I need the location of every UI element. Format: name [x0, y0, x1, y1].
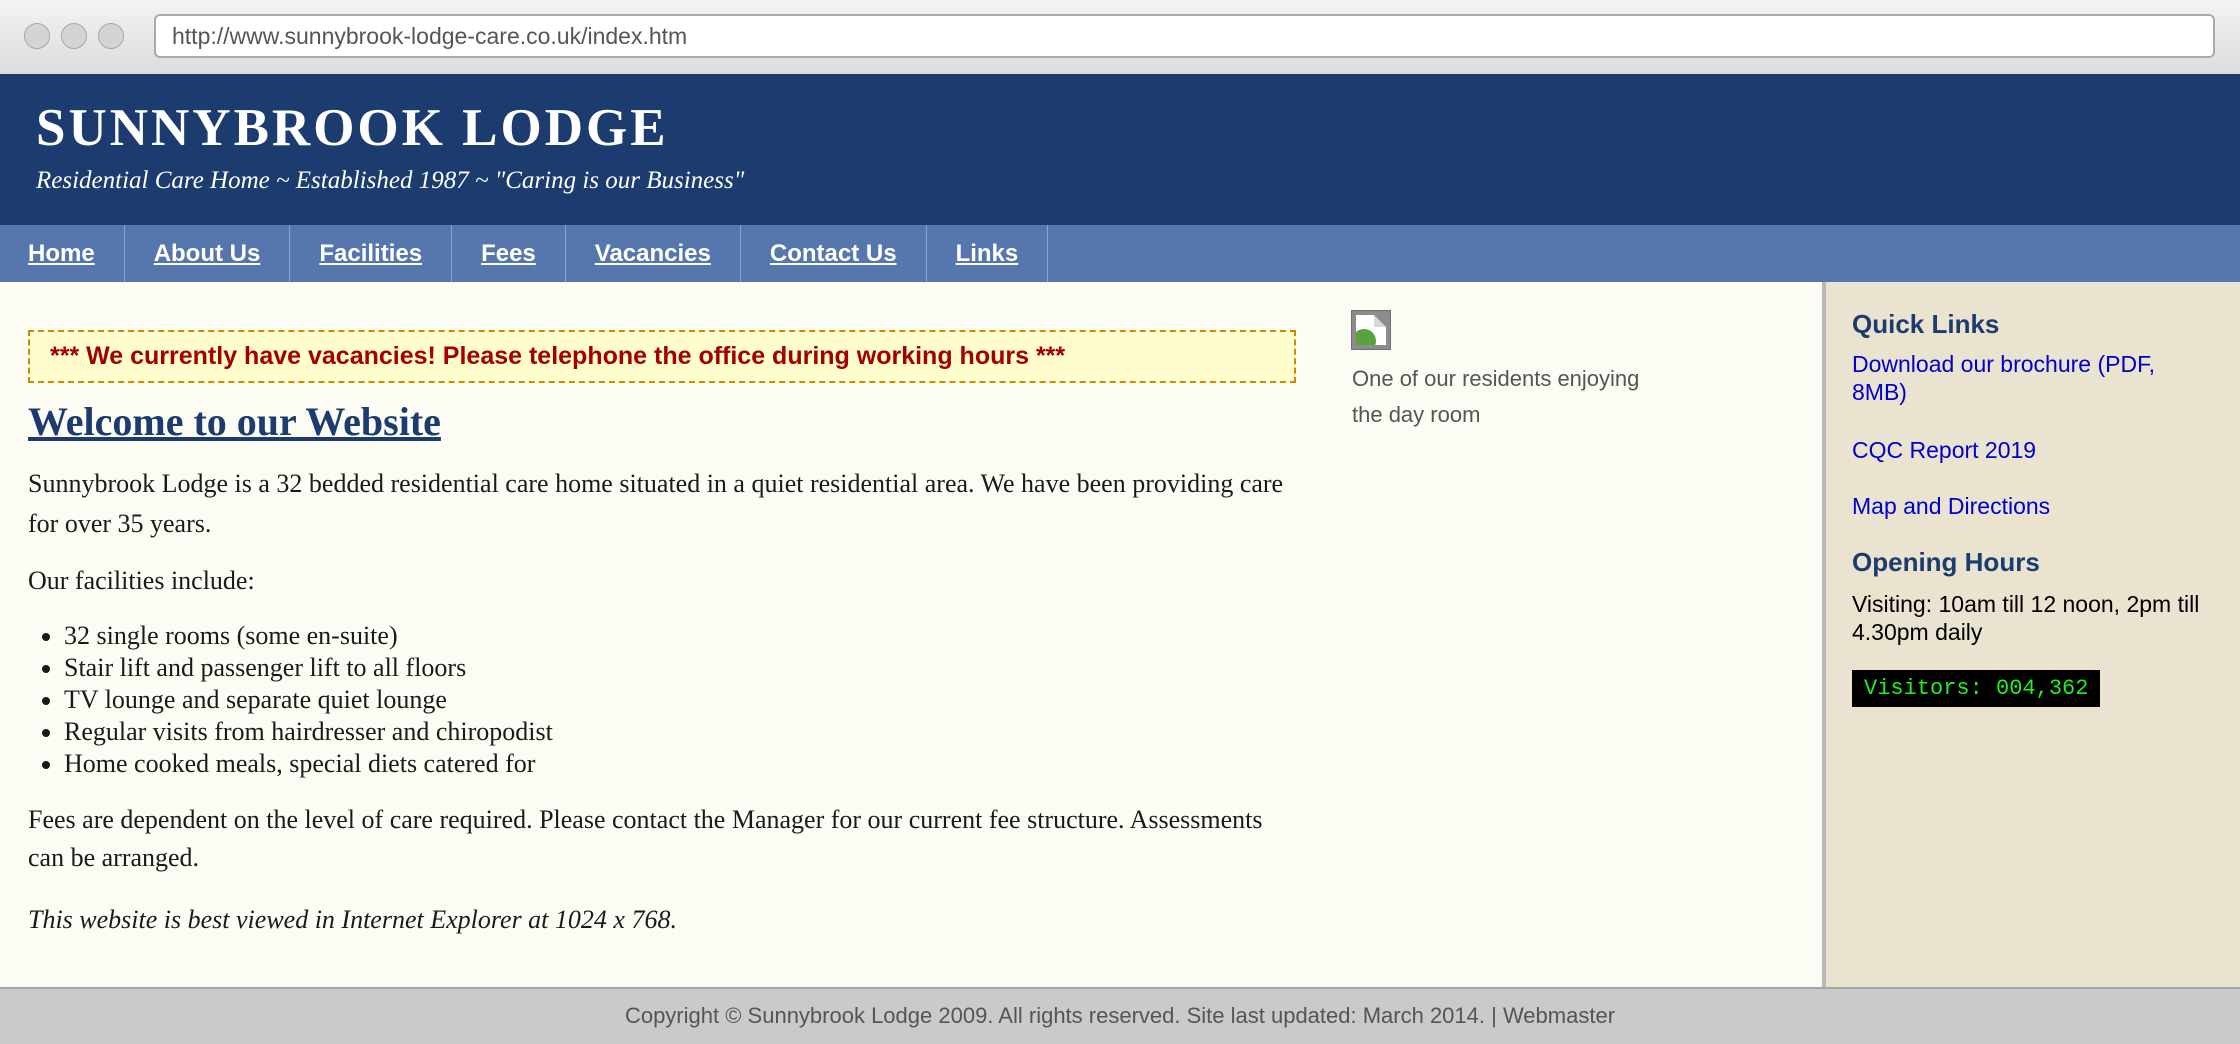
nav-item-facilities[interactable]: Facilities — [290, 225, 453, 282]
browser-toolbar: http://www.sunnybrook-lodge-care.co.uk/i… — [0, 0, 2240, 75]
window-minimize-button[interactable] — [61, 23, 87, 49]
nav-item-links[interactable]: Links — [927, 225, 1049, 282]
facilities-intro: Our facilities include: — [28, 566, 255, 595]
facilities-list: 32 single rooms (some en-suite) Stair li… — [28, 620, 553, 780]
site-footer: Copyright © Sunnybrook Lodge 2009. All r… — [0, 987, 2240, 1044]
site-tagline: Residential Care Home ~ Established 1987… — [36, 167, 745, 194]
nav-item-about-us[interactable]: About Us — [125, 225, 291, 282]
window-maximize-button[interactable] — [98, 23, 124, 49]
nav-item-home[interactable]: Home — [0, 225, 125, 282]
window-close-button[interactable] — [24, 23, 50, 49]
opening-hours-heading: Opening Hours — [1852, 547, 2040, 577]
vacancy-notice: *** We currently have vacancies! Please … — [28, 330, 1296, 383]
nav-item-fees[interactable]: Fees — [452, 225, 566, 282]
cqc-report-link[interactable]: CQC Report 2019 — [1852, 436, 2192, 464]
list-item: Regular visits from hairdresser and chir… — [64, 716, 553, 748]
intro-paragraph: Sunnybrook Lodge is a 32 bedded resident… — [28, 469, 1284, 538]
site-title: SUNNYBROOK LODGE — [36, 99, 669, 157]
brochure-link[interactable]: Download our brochure (PDF, 8MB) — [1852, 350, 2192, 406]
sidebar: Quick Links Download our brochure (PDF, … — [1822, 282, 2240, 987]
visitor-counter: Visitors: 004,362 — [1852, 670, 2101, 707]
fees-paragraph: Fees are dependent on the level of care … — [28, 805, 1263, 872]
list-item: Home cooked meals, special diets catered… — [64, 748, 553, 780]
list-item: TV lounge and separate quiet lounge — [64, 684, 553, 716]
list-item: 32 single rooms (some en-suite) — [64, 620, 553, 652]
address-bar[interactable]: http://www.sunnybrook-lodge-care.co.uk/i… — [154, 14, 2215, 58]
list-item: Stair lift and passenger lift to all flo… — [64, 652, 553, 684]
browser-note: This website is best viewed in Internet … — [28, 905, 677, 934]
quick-links-heading: Quick Links — [1852, 309, 2000, 339]
footer-text: Copyright © Sunnybrook Lodge 2009. All r… — [624, 1003, 1616, 1028]
welcome-heading: Welcome to our Website — [28, 399, 441, 444]
nav-item-contact-us[interactable]: Contact Us — [741, 225, 927, 282]
main-content: *** We currently have vacancies! Please … — [0, 282, 1822, 987]
main-nav: Home About Us Facilities Fees Vacancies … — [0, 225, 2240, 282]
nav-item-vacancies[interactable]: Vacancies — [566, 225, 741, 282]
map-directions-link[interactable]: Map and Directions — [1852, 492, 2192, 520]
broken-image-icon — [1351, 310, 1391, 350]
photo-caption: One of our residents enjoying the day ro… — [1352, 366, 1640, 427]
site-header: SUNNYBROOK LODGE Residential Care Home ~… — [0, 74, 2240, 225]
opening-hours-text: Visiting: 10am till 12 noon, 2pm till 4.… — [1852, 591, 2200, 645]
